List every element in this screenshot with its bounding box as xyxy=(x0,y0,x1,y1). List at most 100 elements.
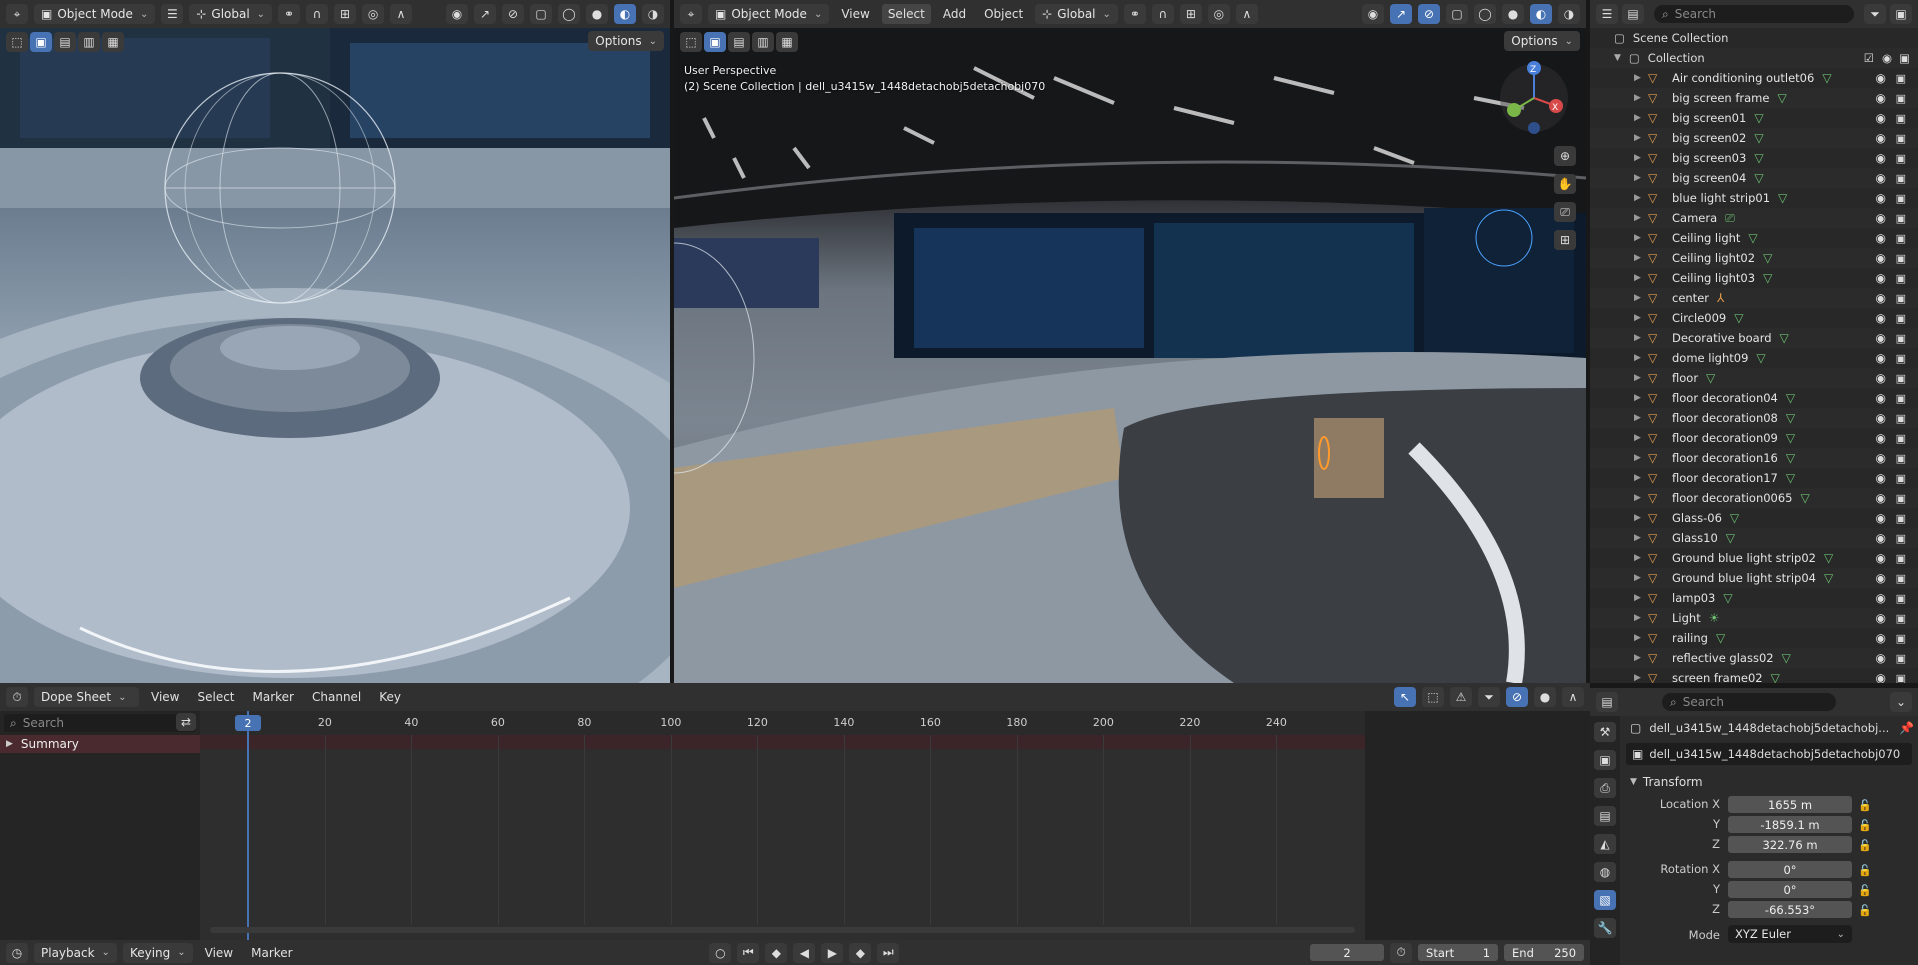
chevron-down-icon[interactable]: ⌄ xyxy=(1890,692,1912,712)
outliner-item[interactable]: ▶ ▽ center ⅄ ◉ ▣ xyxy=(1590,288,1918,308)
eye-icon[interactable]: ◉ xyxy=(1876,71,1886,85)
select-subtract-icon[interactable]: ▥ xyxy=(752,32,774,52)
render-camera-icon[interactable]: ▣ xyxy=(1896,232,1906,245)
editor-type-icon[interactable]: ⌖ xyxy=(6,4,28,24)
render-camera-icon[interactable]: ▣ xyxy=(1896,72,1906,85)
eye-icon[interactable]: ◉ xyxy=(1876,371,1886,385)
outliner-item[interactable]: ▶ ▽ floor decoration17 ▽ ◉ ▣ xyxy=(1590,468,1918,488)
outliner-item[interactable]: ▶ ▽ lamp03 ▽ ◉ ▣ xyxy=(1590,588,1918,608)
object-name-field[interactable]: ▣ dell_u3415w_1448detachobj5detachobj070 xyxy=(1626,743,1912,765)
expand-arrow-icon[interactable]: ▶ xyxy=(1634,633,1641,643)
eye-icon[interactable]: ◉ xyxy=(1876,91,1886,105)
dope-sheet-mode-dropdown[interactable]: Dope Sheet xyxy=(34,687,139,707)
mesh-data-icon[interactable]: ▽ xyxy=(1786,451,1795,465)
outliner-item[interactable]: ▶ ▽ reflective glass02 ▽ ◉ ▣ xyxy=(1590,648,1918,668)
orientation-dropdown[interactable]: ⊹ Global xyxy=(1035,4,1118,24)
xray-icon[interactable]: ▢ xyxy=(1446,4,1468,24)
outliner-item[interactable]: ▶ ▽ big screen01 ▽ ◉ ▣ xyxy=(1590,108,1918,128)
render-camera-icon[interactable]: ▣ xyxy=(1896,412,1906,425)
zoom-icon[interactable]: ⊕ xyxy=(1554,146,1576,166)
mesh-data-icon[interactable]: ▽ xyxy=(1786,431,1795,445)
outliner-item[interactable]: ▶ ▽ Ground blue light strip04 ▽ ◉ ▣ xyxy=(1590,568,1918,588)
location-z-field[interactable]: 322.76 m xyxy=(1728,836,1852,853)
expand-arrow-icon[interactable]: ▶ xyxy=(1634,173,1641,183)
pivot-icon[interactable]: ⚭ xyxy=(1123,4,1146,24)
menu-view[interactable]: View xyxy=(145,687,185,707)
expand-arrow-icon[interactable]: ▶ xyxy=(1634,653,1641,663)
outliner-item[interactable]: ▶ ▽ screen frame02 ▽ ◉ ▣ xyxy=(1590,668,1918,683)
eye-icon[interactable]: ◉ xyxy=(1876,271,1886,285)
proportional-edit-icon[interactable]: ◎ xyxy=(362,4,385,24)
errors-icon[interactable]: ⚠ xyxy=(1450,687,1472,707)
navigation-gizmo[interactable]: Z X xyxy=(1494,58,1574,138)
snap-target-icon[interactable]: ⊞ xyxy=(334,4,357,24)
expand-arrow-icon[interactable]: ▶ xyxy=(1634,93,1641,103)
jump-keyframe-back-icon[interactable]: ◆ xyxy=(765,942,788,963)
overlay-icon[interactable]: ⊘ xyxy=(502,4,524,24)
properties-editor-icon[interactable]: ▤ xyxy=(1596,692,1618,712)
proportional-icon[interactable]: ● xyxy=(1534,687,1556,707)
expand-arrow-icon[interactable]: ▶ xyxy=(1634,153,1641,163)
expand-arrow-icon[interactable]: ▶ xyxy=(1634,213,1641,223)
outliner-item[interactable]: ▶ ▽ big screen04 ▽ ◉ ▣ xyxy=(1590,168,1918,188)
eye-icon[interactable]: ◉ xyxy=(1876,131,1886,145)
render-camera-icon[interactable]: ▣ xyxy=(1896,352,1906,365)
play-reverse-icon[interactable]: ◀ xyxy=(793,942,816,963)
render-camera-icon[interactable]: ▣ xyxy=(1896,372,1906,385)
expand-arrow-icon[interactable]: ▶ xyxy=(1634,433,1641,443)
expand-arrow-icon[interactable]: ▶ xyxy=(1634,673,1641,683)
mesh-data-icon[interactable]: ▽ xyxy=(1786,391,1795,405)
play-icon[interactable]: ▶ xyxy=(821,942,844,963)
expand-arrow-icon[interactable]: ▶ xyxy=(1634,133,1641,143)
mesh-data-icon[interactable]: ▽ xyxy=(1824,571,1833,585)
eye-icon[interactable]: ◉ xyxy=(1876,211,1886,225)
playback-dropdown[interactable]: Playback xyxy=(34,942,117,963)
mesh-data-icon[interactable]: ▽ xyxy=(1730,511,1739,525)
mesh-data-icon[interactable]: ▽ xyxy=(1726,531,1735,545)
expand-arrow-icon[interactable]: ▶ xyxy=(1634,473,1641,483)
render-camera-icon[interactable]: ▣ xyxy=(1896,152,1906,165)
render-camera-icon[interactable]: ▣ xyxy=(1896,672,1906,684)
expand-arrow-icon[interactable]: ▶ xyxy=(1634,573,1641,583)
collection-row[interactable]: ▼ ▢ Collection ☑ ◉ ▣ xyxy=(1590,48,1918,68)
mesh-data-icon[interactable]: ▽ xyxy=(1801,491,1810,505)
select-box-icon[interactable]: ▣ xyxy=(30,32,52,52)
horizontal-scrollbar[interactable] xyxy=(210,927,1355,933)
left-options-dropdown[interactable]: Options xyxy=(588,31,664,51)
eye-icon[interactable]: ◉ xyxy=(1876,631,1886,645)
outliner-item[interactable]: ▶ ▽ blue light strip01 ▽ ◉ ▣ xyxy=(1590,188,1918,208)
view-layer-tab-icon[interactable]: ▤ xyxy=(1594,806,1616,826)
eye-icon[interactable]: ◉ xyxy=(1876,251,1886,265)
location-y-field[interactable]: -1859.1 m xyxy=(1728,816,1852,833)
outliner-item[interactable]: ▶ ▽ Camera ⎚ ◉ ▣ xyxy=(1590,208,1918,228)
rotation-lock-icons[interactable]: 🔓 🔓 🔓 xyxy=(1858,861,1872,921)
tool-tab-icon[interactable]: ⚒ xyxy=(1594,722,1616,742)
expand-arrow-icon[interactable]: ▶ xyxy=(1634,193,1641,203)
select-extend-icon[interactable]: ▤ xyxy=(54,32,76,52)
eye-icon[interactable]: ◉ xyxy=(1876,191,1886,205)
solid-shading-icon[interactable]: ● xyxy=(1502,4,1524,24)
filter-icon[interactable]: ⏷ xyxy=(1864,4,1886,24)
menu-select[interactable]: Select xyxy=(191,687,240,707)
menu-marker[interactable]: Marker xyxy=(247,687,300,707)
show-hidden-icon[interactable]: ⬚ xyxy=(1422,687,1444,707)
outliner-item[interactable]: ▶ ▽ Ceiling light ▽ ◉ ▣ xyxy=(1590,228,1918,248)
expand-arrow-icon[interactable]: ▶ xyxy=(1634,373,1641,383)
wireframe-shading-icon[interactable]: ◯ xyxy=(1474,4,1496,24)
render-camera-icon[interactable]: ▣ xyxy=(1896,472,1906,485)
outliner-item[interactable]: ▶ ▽ floor decoration04 ▽ ◉ ▣ xyxy=(1590,388,1918,408)
falloff-icon[interactable]: ∧ xyxy=(1235,4,1258,24)
eye-icon[interactable]: ◉ xyxy=(1876,451,1886,465)
transform-panel-header[interactable]: ▼ Transform xyxy=(1626,772,1912,792)
menu-view[interactable]: View xyxy=(835,4,875,24)
swap-icon[interactable]: ⇄ xyxy=(176,713,196,731)
right-options-dropdown[interactable]: Options xyxy=(1504,31,1580,51)
mesh-data-icon[interactable]: ▽ xyxy=(1763,271,1772,285)
render-camera-icon[interactable]: ▣ xyxy=(1896,292,1906,305)
menu-view[interactable]: View xyxy=(199,943,239,963)
eye-icon[interactable]: ◉ xyxy=(1876,391,1886,405)
select-tool-icon[interactable]: ⬚ xyxy=(680,32,702,52)
camera-data-icon[interactable]: ⎚ xyxy=(1725,211,1735,225)
outliner-item[interactable]: ▶ ▽ Decorative board ▽ ◉ ▣ xyxy=(1590,328,1918,348)
mesh-data-icon[interactable]: ▽ xyxy=(1756,351,1765,365)
